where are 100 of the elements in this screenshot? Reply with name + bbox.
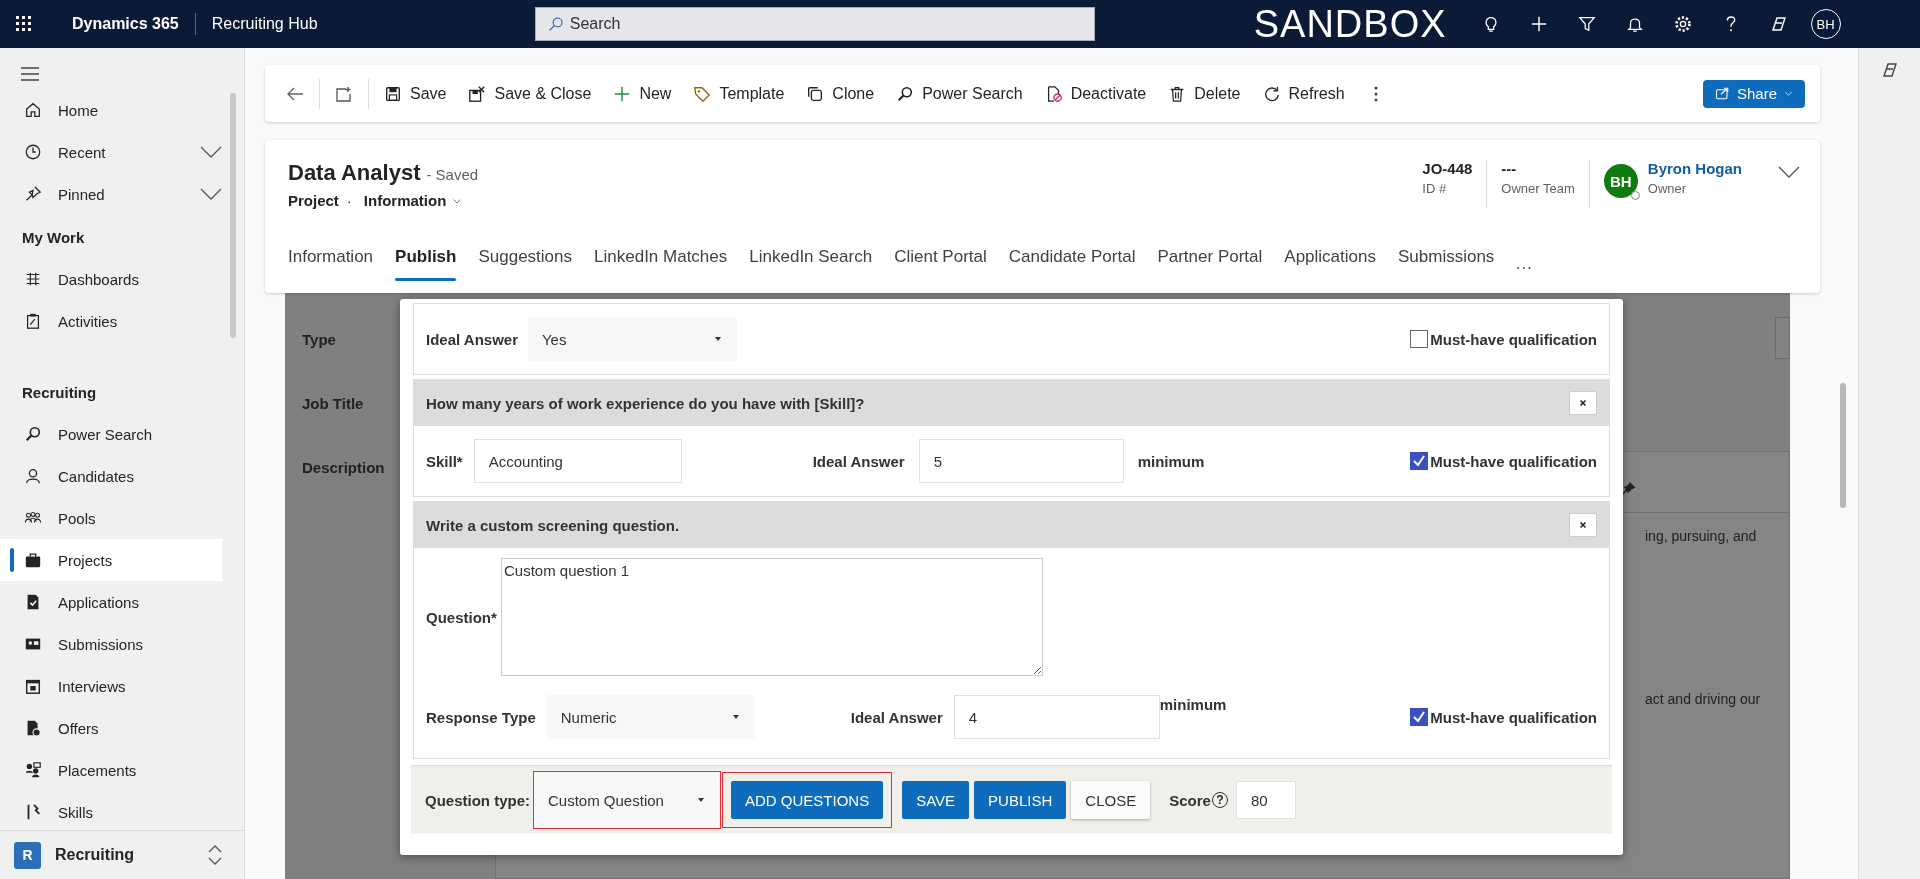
command-button[interactable]: Save	[373, 73, 458, 114]
tab[interactable]: LinkedIn Search	[738, 243, 884, 293]
checkbox[interactable]	[1410, 330, 1429, 348]
dialog-button[interactable]: SAVE	[902, 781, 970, 819]
more-tabs[interactable]: ···	[1505, 243, 1543, 293]
tab[interactable]: Submissions	[1386, 243, 1506, 293]
save-icon	[384, 84, 402, 103]
description-text: act and driving our	[1645, 691, 1761, 707]
close-icon	[1578, 520, 1588, 530]
nav-item[interactable]: Activities	[0, 300, 222, 342]
area-label: Recruiting	[55, 846, 135, 864]
placement-icon	[24, 761, 42, 779]
area-badge: R	[14, 841, 41, 869]
area-switcher[interactable]: R Recruiting	[0, 830, 244, 879]
refresh-icon	[1262, 84, 1281, 103]
command-button[interactable]: Deactivate	[1033, 73, 1158, 114]
command-button[interactable]: Power Search	[885, 73, 1034, 114]
nav-item[interactable]: Skills	[0, 791, 222, 830]
question-title: How many years of work experience do you have with [Skill]?	[426, 394, 865, 412]
search-placeholder: Search	[569, 15, 621, 33]
separator-dot: ·	[346, 192, 352, 209]
question-type-dropdown[interactable]: Custom Question	[534, 772, 720, 828]
command-button[interactable]: New	[602, 73, 683, 114]
owner-label: Owner	[1647, 181, 1688, 196]
nav-item[interactable]: Home	[0, 89, 222, 131]
checkbox[interactable]	[1410, 708, 1429, 726]
nav-item[interactable]: Placements	[0, 749, 222, 791]
save-close-icon	[468, 84, 487, 103]
close-icon	[1578, 398, 1588, 408]
pin-icon	[1620, 481, 1636, 497]
share-button[interactable]: Share	[1702, 79, 1805, 108]
dialog-button[interactable]: PUBLISH	[974, 781, 1067, 819]
nav-item[interactable]: Submissions	[0, 623, 222, 665]
nav-item[interactable]: Power Search	[0, 413, 222, 455]
clipboard-icon	[24, 312, 42, 330]
tab[interactable]: LinkedIn Matches	[583, 243, 739, 293]
tab[interactable]: Candidate Portal	[997, 243, 1147, 293]
checkbox[interactable]	[1410, 452, 1429, 470]
owner-link[interactable]: Byron Hogan	[1647, 160, 1742, 177]
app-name[interactable]: Dynamics 365	[48, 13, 196, 35]
nav-item[interactable]: Candidates	[0, 455, 222, 497]
nav-item[interactable]: Pools	[0, 497, 222, 539]
search-icon	[896, 84, 915, 103]
tab[interactable]: Suggestions	[467, 243, 584, 293]
unit-label: minimum	[1137, 452, 1205, 470]
area-name: Recruiting Hub	[210, 15, 319, 33]
checkbox-label: Must-have qualification	[1430, 708, 1597, 726]
unit-label: minimum	[1159, 696, 1227, 713]
tag-icon	[693, 84, 712, 103]
form-selector[interactable]: Information	[359, 192, 463, 209]
question-textarea[interactable]: Custom question 1	[501, 558, 1043, 676]
record-title: Data Analyst	[288, 160, 421, 185]
nav-item[interactable]: Dashboards	[0, 258, 222, 300]
nav-item[interactable]: Offers	[0, 707, 222, 749]
tab[interactable]: Client Portal	[883, 243, 998, 293]
briefcase-icon	[24, 551, 42, 569]
answer-input[interactable]: 5	[918, 439, 1124, 483]
field-label: Question type:	[425, 791, 530, 809]
answer-dropdown[interactable]: Yes	[528, 317, 737, 361]
save-status: - Saved	[426, 166, 479, 183]
dialog-button[interactable]: ADD QUESTIONS	[722, 772, 893, 828]
dashboard-icon	[24, 270, 42, 288]
nav-item[interactable]: Pinned	[0, 173, 222, 215]
scrollbar[interactable]	[230, 93, 236, 338]
nav-item[interactable]: Recent	[0, 131, 222, 173]
command-button[interactable]: Template	[682, 73, 796, 114]
command-button[interactable]: Refresh	[1251, 73, 1356, 114]
command-button[interactable]: Save & Close	[457, 73, 603, 114]
form-label: Job Title	[302, 395, 365, 414]
close-button[interactable]	[1569, 391, 1597, 415]
form-label: Description	[302, 459, 386, 478]
command-button[interactable]: Clone	[795, 73, 886, 114]
field-label: Response Type	[426, 708, 536, 726]
command-button[interactable]: Delete	[1157, 73, 1252, 114]
nav-item[interactable]: Applications	[0, 581, 222, 623]
tab[interactable]: Applications	[1273, 243, 1387, 293]
score-input[interactable]: 80	[1235, 781, 1296, 819]
scrollbar[interactable]	[1840, 383, 1846, 508]
header-field-value: ---	[1501, 160, 1518, 177]
close-button[interactable]	[1569, 513, 1597, 537]
header-field-value: JO-448	[1422, 160, 1473, 177]
skill-input[interactable]: Accounting	[473, 439, 682, 483]
nav-item[interactable]: Projects	[0, 539, 222, 581]
checkbox-label: Must-have qualification	[1430, 330, 1597, 348]
question-title: Write a custom screening question.	[426, 516, 680, 534]
nav-item[interactable]: Interviews	[0, 665, 222, 707]
owner-avatar: BH	[1603, 164, 1638, 198]
answer-input[interactable]: 4	[953, 695, 1160, 739]
person-icon	[24, 467, 42, 485]
field-label: Ideal Answer	[812, 452, 905, 470]
tab[interactable]: Information	[288, 243, 385, 293]
dialog-button[interactable]: CLOSE	[1071, 781, 1151, 819]
search-field[interactable]: Search	[534, 7, 1095, 41]
field-label: Skill*	[426, 452, 463, 470]
field-label: Ideal Answer	[426, 330, 518, 348]
tab[interactable]: Publish	[384, 243, 468, 293]
response-type-dropdown[interactable]: Numeric	[546, 695, 755, 739]
tab[interactable]: Partner Portal	[1146, 243, 1274, 293]
form-label: Type	[302, 331, 337, 350]
search-icon	[547, 16, 564, 32]
